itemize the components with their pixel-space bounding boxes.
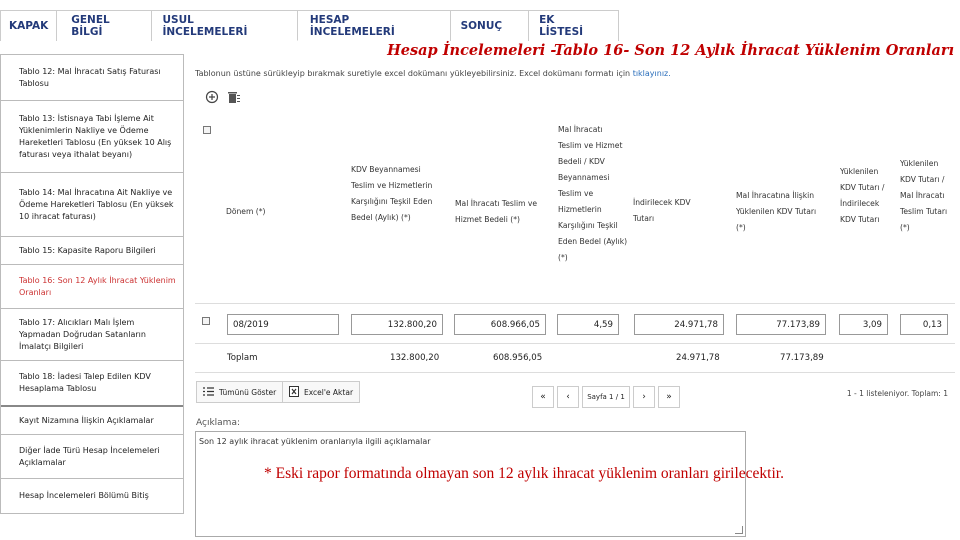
sidebar-item-tablo-17[interactable]: Tablo 17: Alıcıkları Malı İşlem Yapmadan… <box>1 309 183 361</box>
tab-usul-incelemeleri[interactable]: USUL İNCELEMELERİ <box>151 10 298 41</box>
sidebar-item-tablo-12[interactable]: Tablo 12: Mal İhracatı Satış Faturası Ta… <box>1 55 183 101</box>
export-excel-label: Excel'e Aktar <box>304 387 354 397</box>
cell-yuklenilen-kdv[interactable]: 77.173,89 <box>736 314 826 335</box>
tab-genel-bilgi[interactable]: GENEL BİLGİ <box>56 10 153 41</box>
sidebar: Tablo 12: Mal İhracatı Satış Faturası Ta… <box>0 54 184 514</box>
description-textarea[interactable]: Son 12 aylık ihracat yüklenim oranlarıyl… <box>195 431 746 537</box>
pager: « ‹ Sayfa 1 / 1 › » <box>532 386 683 408</box>
cell-kdv-beyanname-bedel[interactable]: 132.800,20 <box>351 314 443 335</box>
tab-bar: KAPAK GENEL BİLGİ USUL İNCELEMELERİ HESA… <box>0 10 619 41</box>
slide-note: * Eski rapor formatında olmayan son 12 a… <box>264 465 784 482</box>
pager-info: 1 - 1 listeleniyor. Toplam: 1 <box>846 389 948 398</box>
list-icon <box>203 386 214 398</box>
sidebar-item-kayit-nizami[interactable]: Kayıt Nizamına İlişkin Açıklamalar <box>1 407 183 435</box>
prev-page-button[interactable]: ‹ <box>557 386 579 408</box>
col-header-donem[interactable]: Dönem (*) <box>226 204 286 220</box>
tab-kapak[interactable]: KAPAK <box>0 10 58 41</box>
sidebar-item-tablo-13[interactable]: Tablo 13: İstisnaya Tabi İşleme Ait Yükl… <box>1 101 183 173</box>
cell-ihracat-bedeli[interactable]: 608.966,05 <box>454 314 546 335</box>
total-kdv-beyanname-bedel: 132.800,20 <box>390 353 440 363</box>
col-header-yuklenilen-kdv[interactable]: Mal İhracatına İlişkin Yüklenilen KDV Tu… <box>736 188 820 236</box>
cell-oran-3[interactable]: 0,13 <box>900 314 948 335</box>
cell-oran-2[interactable]: 3,09 <box>839 314 888 335</box>
col-header-indirilecek-kdv[interactable]: İndirilecek KDV Tutarı <box>633 195 709 227</box>
col-header-oran-3[interactable]: Yüklenilen KDV Tutarı / Mal İhracatı Tes… <box>900 156 952 236</box>
next-page-button[interactable]: › <box>633 386 655 408</box>
slide-title: Hesap İncelemeleri -Tablo 16- Son 12 Ayl… <box>387 42 954 59</box>
last-page-button[interactable]: » <box>658 386 680 408</box>
export-excel-button[interactable]: Excel'e Aktar <box>282 381 361 403</box>
totals-label: Toplam <box>227 353 258 363</box>
sidebar-item-tablo-18[interactable]: Tablo 18: İadesi Talep Edilen KDV Hesapl… <box>1 361 183 407</box>
description-text: Son 12 aylık ihracat yüklenim oranlarıyl… <box>199 437 431 446</box>
cell-donem[interactable]: 08/2019 <box>227 314 339 335</box>
divider <box>195 343 955 344</box>
col-header-oran-2[interactable]: Yüklenilen KDV Tutarı / İndirilecek KDV … <box>840 164 894 228</box>
description-label: Açıklama: <box>196 418 240 428</box>
sidebar-item-bolum-bitis[interactable]: Hesap İncelemeleri Bölümü Bitiş <box>1 479 183 513</box>
total-ihracat-bedeli: 608.956,05 <box>493 353 543 363</box>
first-page-button[interactable]: « <box>532 386 554 408</box>
grid-header: Dönem (*) KDV Beyannamesi Teslim ve Hizm… <box>195 118 955 304</box>
delete-all-icon[interactable] <box>225 90 240 104</box>
sidebar-item-tablo-15[interactable]: Tablo 15: Kapasite Raporu Bilgileri <box>1 237 183 265</box>
show-all-button[interactable]: Tümünü Göster <box>196 381 284 403</box>
tab-sonuc[interactable]: SONUÇ <box>449 10 530 41</box>
sidebar-item-tablo-16[interactable]: Tablo 16: Son 12 Aylık İhracat Yüklenim … <box>1 265 183 309</box>
total-yuklenilen-kdv: 77.173,89 <box>780 353 824 363</box>
show-all-label: Tümünü Göster <box>219 387 277 397</box>
format-link[interactable]: tıklayınız. <box>633 69 671 78</box>
sidebar-item-tablo-14[interactable]: Tablo 14: Mal İhracatına Ait Nakliye ve … <box>1 173 183 237</box>
add-icon[interactable] <box>205 90 219 104</box>
row-checkbox[interactable] <box>202 317 210 325</box>
col-header-oran-1[interactable]: Mal İhracatı Teslim ve Hizmet Bedeli / K… <box>558 122 628 266</box>
divider <box>195 372 955 373</box>
drag-hint-text: Tablonun üstüne sürükleyip bırakmak sure… <box>195 69 631 78</box>
col-header-kdv-beyanname-bedel[interactable]: KDV Beyannamesi Teslim ve Hizmetlerin Ka… <box>351 162 439 226</box>
select-all-checkbox[interactable] <box>203 126 211 134</box>
cell-indirilecek-kdv[interactable]: 24.971,78 <box>634 314 724 335</box>
excel-icon <box>289 385 299 399</box>
drag-hint: Tablonun üstüne sürükleyip bırakmak sure… <box>195 69 671 78</box>
resize-handle[interactable] <box>735 526 743 534</box>
tab-ek-listesi[interactable]: EK LİSTESİ <box>528 10 619 41</box>
sidebar-item-diger-iade[interactable]: Diğer İade Türü Hesap İncelemeleri Açıkl… <box>1 435 183 479</box>
tab-hesap-incelemeleri[interactable]: HESAP İNCELEMELERİ <box>296 10 451 41</box>
col-header-ihracat-bedeli[interactable]: Mal İhracatı Teslim ve Hizmet Bedeli (*) <box>455 196 549 228</box>
cell-oran-1[interactable]: 4,59 <box>557 314 619 335</box>
total-indirilecek-kdv: 24.971,78 <box>676 353 720 363</box>
grid-actions <box>205 90 240 104</box>
page-indicator[interactable]: Sayfa 1 / 1 <box>582 386 630 408</box>
